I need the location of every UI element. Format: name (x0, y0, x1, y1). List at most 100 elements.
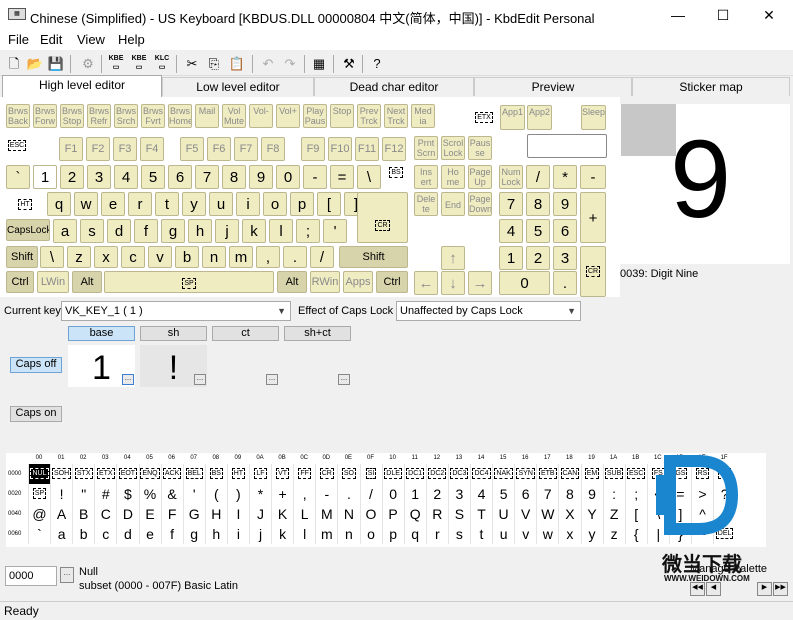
key-media-6[interactable]: Brws Home (168, 104, 192, 128)
key-num-multiply[interactable]: * (553, 165, 577, 189)
key-f11[interactable]: F11 (355, 137, 379, 161)
grid-cell[interactable]: ; (624, 484, 647, 504)
grid-cell[interactable]: r (425, 524, 448, 544)
grid-cell[interactable]: SOH (50, 464, 72, 484)
grid-cell[interactable]: E (138, 504, 161, 524)
grid-cell[interactable]: DLE (381, 464, 404, 484)
grid-cell[interactable]: SO (337, 464, 359, 484)
key-f1[interactable]: F1 (59, 137, 83, 161)
open-folder-icon[interactable]: 📂 (25, 54, 45, 74)
sh-ct-edit-button[interactable]: … (338, 374, 350, 385)
key-10[interactable]: ' (323, 219, 347, 243)
last-page-icon[interactable]: ▶▶ (773, 582, 788, 596)
key-0[interactable]: ` (6, 165, 30, 189)
key-num5[interactable]: 5 (526, 219, 550, 243)
grid-cell[interactable]: ENQ (138, 464, 161, 484)
key-backspace[interactable]: BS (384, 165, 408, 189)
key-f6[interactable]: F6 (207, 137, 231, 161)
undo-icon[interactable]: ↶ (258, 54, 278, 74)
grid-cell[interactable]: 5 (492, 484, 514, 504)
key-0[interactable]: a (53, 219, 77, 243)
grid-cell[interactable]: ETB (536, 464, 558, 484)
grid-cell[interactable]: H (204, 504, 227, 524)
key-media-14[interactable]: Next Trck (384, 104, 408, 128)
key-4[interactable]: v (148, 246, 172, 268)
grid-cell[interactable]: ) (226, 484, 249, 504)
grid-cell[interactable]: HT (226, 464, 249, 484)
grid-cell[interactable]: s (447, 524, 470, 544)
key-media-15[interactable]: Med ia (411, 104, 435, 128)
key-arrow-right[interactable]: → (468, 271, 492, 295)
tab-sticker-map[interactable]: Sticker map (632, 77, 790, 96)
base-edit-button[interactable]: … (122, 374, 134, 385)
grid-cell[interactable]: @ (28, 504, 50, 524)
grid-cell[interactable]: C (94, 504, 116, 524)
grid-cell[interactable]: VT (271, 464, 293, 484)
key-num-enter[interactable]: CR (580, 246, 606, 297)
key-10[interactable]: 0 (276, 165, 300, 189)
tab-low-level-editor[interactable]: Low level editor (162, 77, 314, 96)
caps-on-button[interactable]: Caps on (10, 406, 62, 422)
key-num7[interactable]: 7 (499, 192, 523, 216)
grid-cell[interactable]: c (94, 524, 116, 544)
grid-cell[interactable]: % (138, 484, 161, 504)
key-2[interactable]: 2 (60, 165, 84, 189)
first-page-icon[interactable]: ◀◀ (690, 582, 705, 596)
key-f2[interactable]: F2 (86, 137, 110, 161)
grid-cell[interactable]: g (182, 524, 205, 544)
key-app1[interactable]: App1 (500, 105, 525, 130)
help-icon[interactable]: ? (367, 54, 387, 74)
key-f7[interactable]: F7 (234, 137, 258, 161)
current-key-select[interactable]: VK_KEY_1 ( 1 ) ▼ (61, 301, 291, 321)
tab-high-level-editor[interactable]: High level editor (2, 75, 162, 97)
shift-state-ct[interactable]: ct (212, 326, 279, 341)
grid-cell[interactable]: ` (28, 524, 50, 544)
key-p[interactable]: p (290, 192, 314, 216)
grid-cell[interactable]: I (226, 504, 249, 524)
key-media-10[interactable]: Vol+ (276, 104, 300, 128)
paste-icon[interactable]: 📋 (227, 54, 247, 74)
key-5[interactable]: b (175, 246, 199, 268)
grid-cell[interactable]: S (447, 504, 470, 524)
grid-cell[interactable]: m (315, 524, 337, 544)
cut-icon[interactable]: ✂ (182, 54, 202, 74)
grid-cell[interactable]: u (492, 524, 514, 544)
grid-cell[interactable]: t (470, 524, 492, 544)
key-11[interactable]: - (303, 165, 327, 189)
redo-icon[interactable]: ↷ (280, 54, 300, 74)
grid-cell[interactable]: FF (293, 464, 315, 484)
key-f10[interactable]: F10 (328, 137, 352, 161)
sh-edit-button[interactable]: … (194, 374, 206, 385)
key-7[interactable]: 7 (195, 165, 219, 189)
key-media-11[interactable]: Play Paus (303, 104, 327, 128)
grid-cell[interactable]: ' (182, 484, 205, 504)
grid-cell[interactable]: 7 (536, 484, 558, 504)
key-right-ctrl[interactable]: Ctrl (376, 271, 408, 293)
grid-cell[interactable]: 3 (447, 484, 470, 504)
grid-cell[interactable]: STX (72, 464, 94, 484)
ct-edit-button[interactable]: … (266, 374, 278, 385)
key-q[interactable]: q (47, 192, 71, 216)
grid-cell[interactable]: M (315, 504, 337, 524)
grid-cell[interactable]: LF (249, 464, 271, 484)
grid-cell[interactable]: ETX (94, 464, 116, 484)
key-4[interactable]: 4 (114, 165, 138, 189)
key-num-lock[interactable]: Num Lock (499, 165, 523, 189)
grid-cell[interactable]: - (315, 484, 337, 504)
grid-cell[interactable]: DC4 (470, 464, 492, 484)
prev-page-icon[interactable]: ◀ (706, 582, 721, 596)
key-6[interactable]: j (215, 219, 239, 243)
grid-cell[interactable]: o (359, 524, 382, 544)
grid-cell[interactable]: l (293, 524, 315, 544)
grid-cell[interactable]: X (558, 504, 580, 524)
key-num8[interactable]: 8 (526, 192, 550, 216)
grid-cell[interactable]: Q (403, 504, 426, 524)
key-home[interactable]: Ho me (441, 165, 465, 189)
grid-cell[interactable]: , (293, 484, 315, 504)
grid-cell[interactable]: A (50, 504, 72, 524)
grid-cell[interactable]: D (116, 504, 138, 524)
kbe-save-icon[interactable]: KBE ▭ (129, 54, 149, 74)
key-num2[interactable]: 2 (526, 246, 550, 270)
grid-cell[interactable]: DC2 (425, 464, 448, 484)
key-7[interactable]: k (242, 219, 266, 243)
